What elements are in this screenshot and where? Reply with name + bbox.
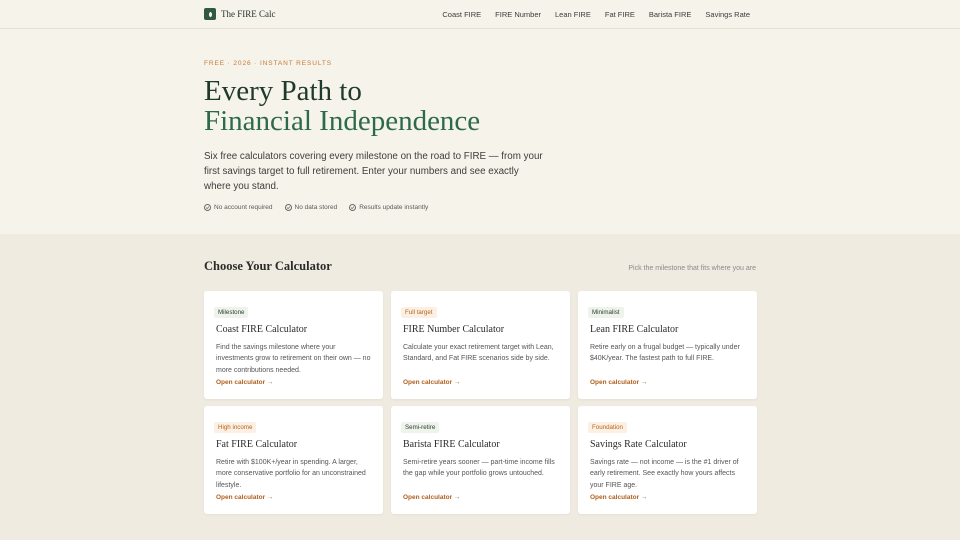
card-title: Barista FIRE Calculator [403,439,500,450]
section-subtitle: Pick the milestone that fits where you a… [628,265,756,272]
card-badge: Milestone [214,307,249,318]
feature-item: Results update instantly [349,204,428,211]
calculator-card-fire-number[interactable]: Full target FIRE Number Calculator Calcu… [391,291,570,399]
card-title: Fat FIRE Calculator [216,439,298,450]
hero-description: Six free calculators covering every mile… [204,151,543,192]
check-circle-icon [204,204,211,211]
brand-logo[interactable]: The FIRE Calc [204,8,276,20]
calculator-card-fat-fire[interactable]: High income Fat FIRE Calculator Retire w… [204,406,383,514]
feature-label: No account required [214,204,273,211]
nav-link-savings-rate[interactable]: Savings Rate [705,10,750,19]
card-badge: High income [214,422,257,433]
check-circle-icon [349,204,357,211]
hero: FREE · 2026 · INSTANT RESULTS Every Path… [204,60,764,211]
nav-link-barista-fire[interactable]: Barista FIRE [649,10,692,19]
card-badge: Full target [401,307,437,318]
open-calculator-link[interactable]: Open calculator → [590,379,647,386]
open-calculator-link[interactable]: Open calculator → [216,379,273,386]
card-title: Coast FIRE Calculator [216,324,308,335]
hero-title-line-2: Financial Independence [204,105,481,137]
card-description: Retire early on a frugal budget — typica… [590,344,740,363]
open-calculator-link[interactable]: Open calculator → [403,494,460,501]
nav-link-lean-fire[interactable]: Lean FIRE [555,10,591,19]
leaf-icon [204,8,216,20]
calculators-section: Choose Your Calculator Pick the mileston… [0,234,960,540]
card-title: FIRE Number Calculator [403,324,505,335]
open-calculator-link[interactable]: Open calculator → [590,494,647,501]
nav-links: Coast FIRE FIRE Number Lean FIRE Fat FIR… [442,10,750,19]
open-calculator-link[interactable]: Open calculator → [216,494,273,501]
card-badge: Foundation [588,422,627,433]
nav-link-coast-fire[interactable]: Coast FIRE [442,10,481,19]
open-calculator-link[interactable]: Open calculator → [403,379,460,386]
card-description: Savings rate — not income — is the #1 dr… [590,459,739,489]
section-title: Choose Your Calculator [204,259,332,273]
hero-eyebrow: FREE · 2026 · INSTANT RESULTS [204,60,332,67]
calculator-card-barista-fire[interactable]: Semi-retire Barista FIRE Calculator Semi… [391,406,570,514]
card-description: Calculate your exact retirement target w… [403,344,554,363]
brand-name: The FIRE Calc [221,9,276,19]
card-badge: Minimalist [588,307,624,318]
card-description: Find the savings milestone where your in… [216,344,371,374]
card-description: Semi-retire years sooner — part-time inc… [403,459,555,478]
hero-title-line-1: Every Path to [204,75,362,107]
nav-link-fire-number[interactable]: FIRE Number [495,10,541,19]
check-circle-icon [284,204,292,211]
hero-title: Every Path to Financial Independence [204,76,764,136]
calculator-card-lean-fire[interactable]: Minimalist Lean FIRE Calculator Retire e… [578,291,757,399]
feature-list: No account required No data stored Resul… [204,204,764,211]
feature-label: No data stored [294,204,338,211]
card-title: Savings Rate Calculator [590,439,687,450]
nav-link-fat-fire[interactable]: Fat FIRE [605,10,635,19]
feature-item: No data stored [284,204,338,211]
calculator-card-savings-rate[interactable]: Foundation Savings Rate Calculator Savin… [578,406,757,514]
calculator-card-coast-fire[interactable]: Milestone Coast FIRE Calculator Find the… [204,291,383,399]
feature-item: No account required [204,204,273,211]
card-description: Retire with $100K+/year in spending. A l… [216,459,366,489]
card-title: Lean FIRE Calculator [590,324,679,335]
feature-label: Results update instantly [359,204,429,211]
card-badge: Semi-retire [401,422,440,433]
top-nav: The FIRE Calc Coast FIRE FIRE Number Lea… [0,0,960,29]
